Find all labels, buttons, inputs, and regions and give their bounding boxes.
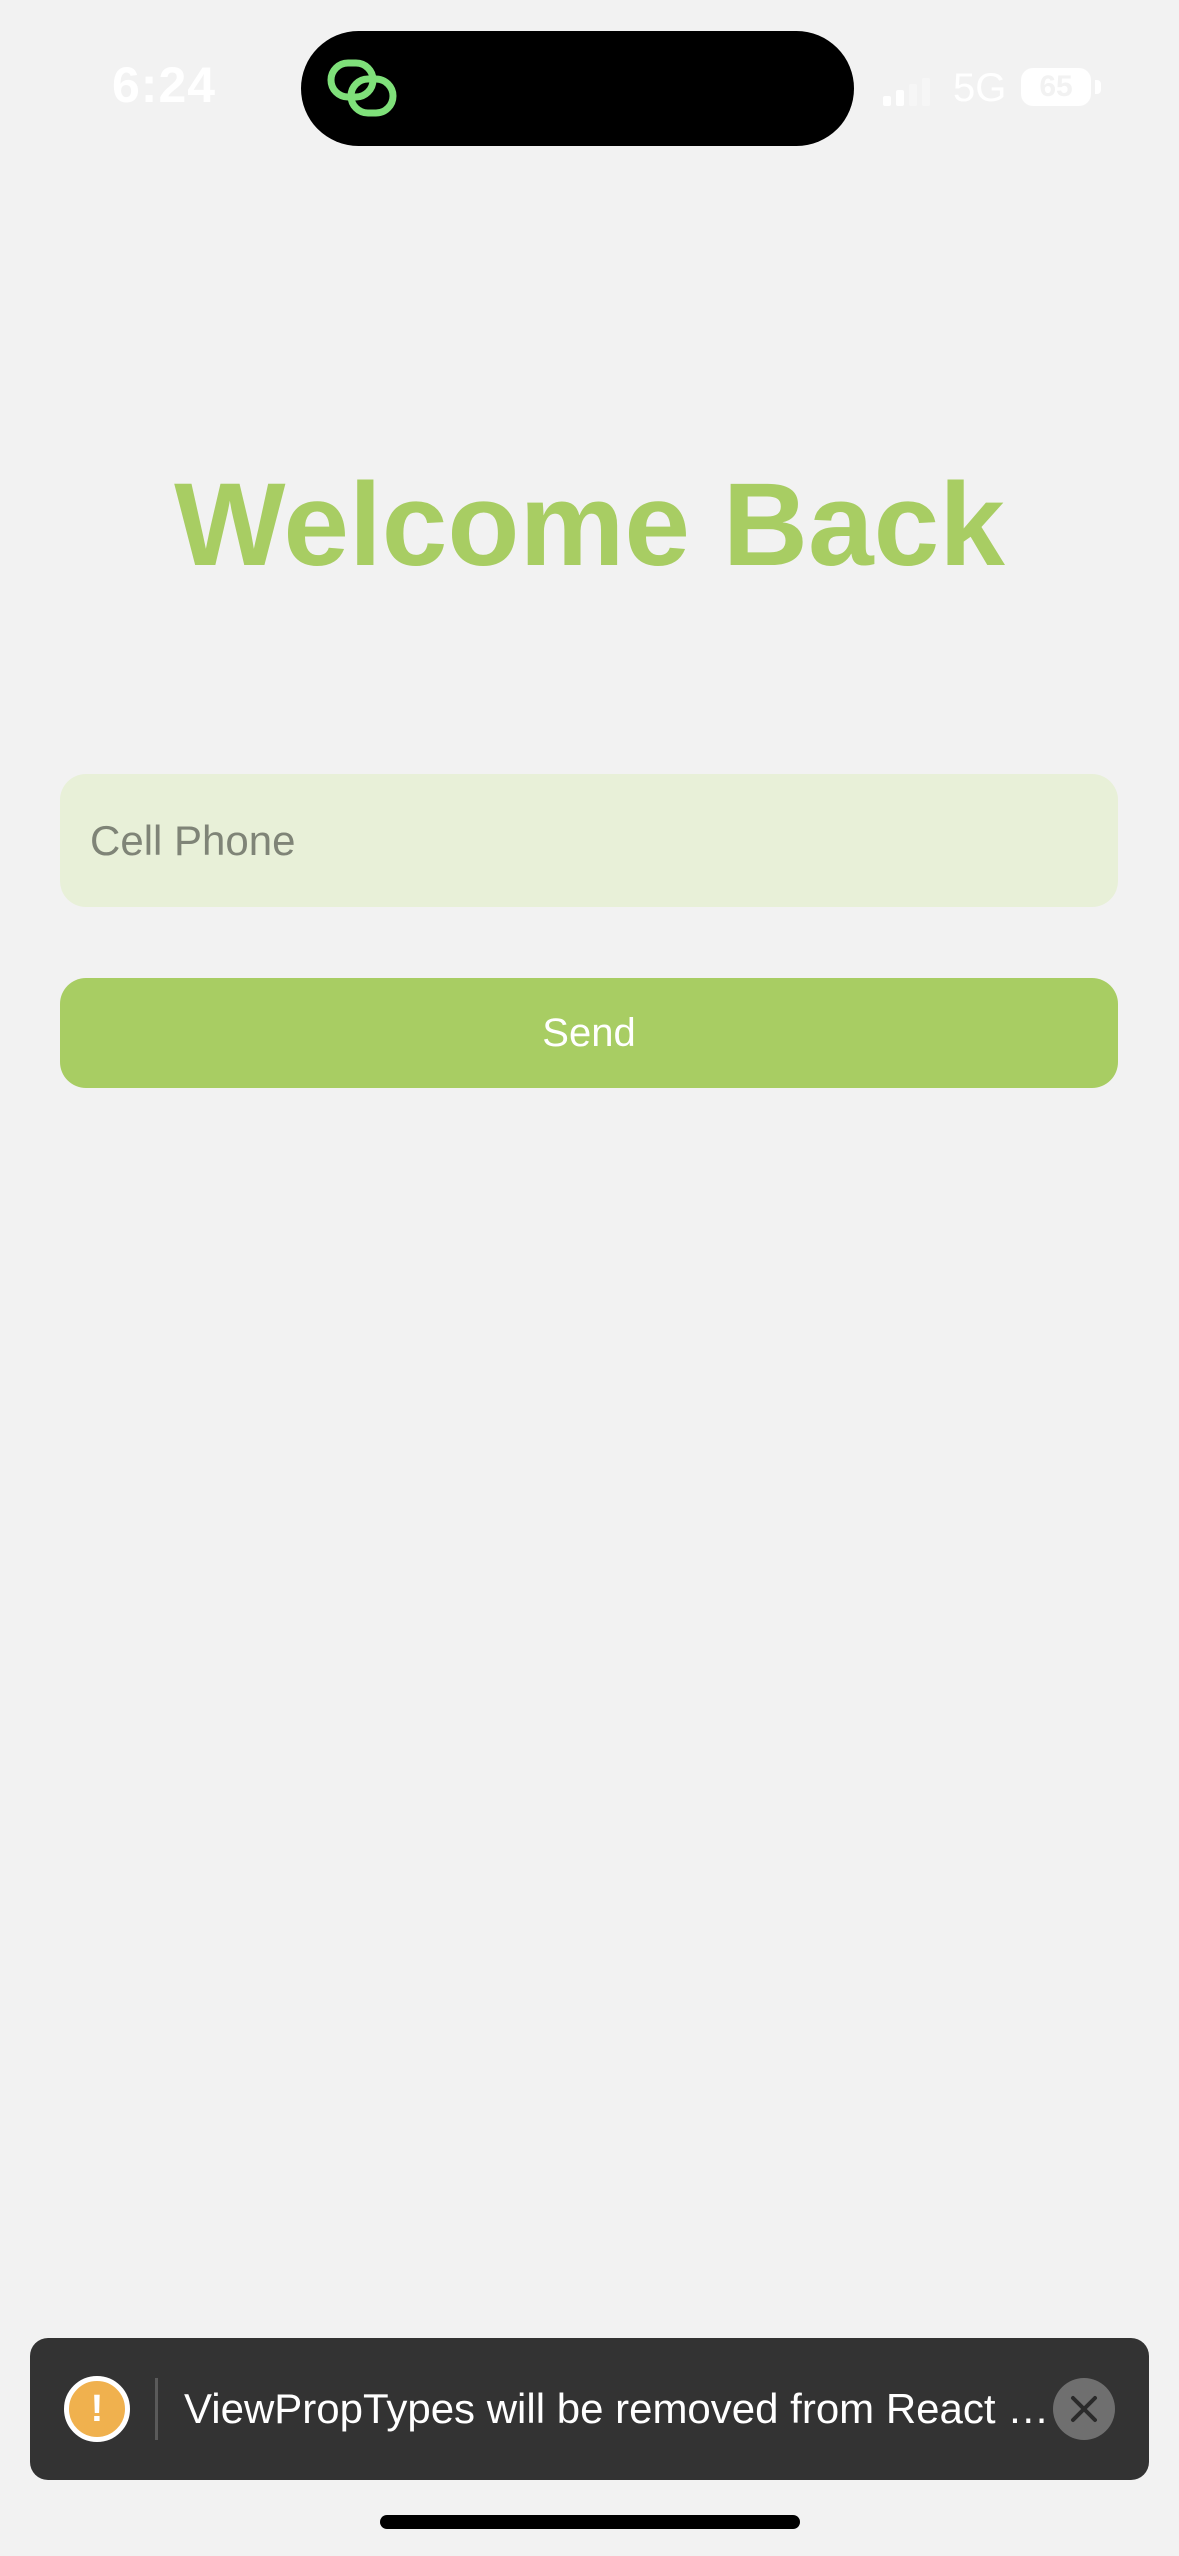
cellular-signal-icon	[883, 78, 935, 106]
close-icon[interactable]	[1053, 2378, 1115, 2440]
battery-cap	[1095, 80, 1101, 94]
network-type: 5G	[953, 66, 1007, 110]
battery-percent: 65	[1039, 70, 1073, 103]
send-button[interactable]: Send	[60, 978, 1118, 1088]
home-indicator[interactable]	[380, 2515, 800, 2529]
linked-rings-icon	[325, 57, 405, 121]
toast-divider	[155, 2378, 158, 2440]
battery-icon: 65	[1021, 68, 1091, 106]
toast-message[interactable]: ViewPropTypes will be removed from React…	[184, 2338, 1064, 2480]
dynamic-island	[301, 31, 854, 146]
status-bar: 6:24 5G 65	[0, 0, 1179, 170]
warning-icon: !	[64, 2376, 130, 2442]
status-time: 6:24	[112, 57, 217, 113]
cell-phone-input[interactable]	[60, 774, 1118, 907]
page-title: Welcome Back	[174, 459, 1005, 591]
warning-toast[interactable]: ! ViewPropTypes will be removed from Rea…	[30, 2338, 1149, 2480]
